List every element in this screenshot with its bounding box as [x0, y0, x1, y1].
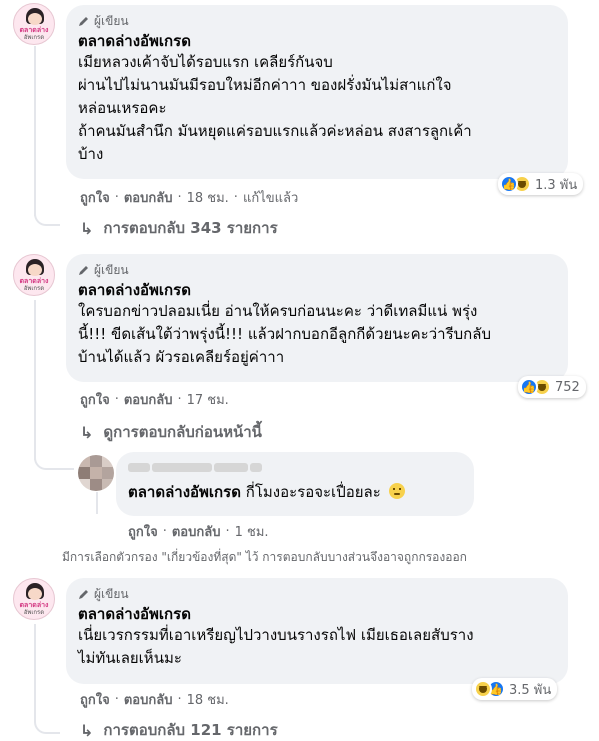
badge-label: ผู้เขียน [94, 13, 129, 28]
separator: · [114, 691, 119, 707]
blurred-username [128, 460, 462, 474]
avatar-brand-text: ตลาดล่าง [19, 601, 49, 609]
separator: · [114, 189, 119, 205]
author-badge: ผู้เขียน [78, 13, 556, 29]
reply-button[interactable]: ตอบกลับ [124, 389, 173, 410]
comment-bubble: ผู้เขียน ตลาดล่างอัพเกรด เมียหลวงเค้าจับ… [66, 5, 568, 179]
author-badge: ผู้เขียน [78, 586, 556, 602]
like-button[interactable]: ถูกใจ [80, 389, 110, 410]
separator: · [162, 523, 167, 539]
reply-text: กี่โมงอะรอจะเปื่อยละ [245, 483, 381, 501]
view-previous-replies-link[interactable]: ↳ ดูการตอบกลับก่อนหน้านี้ [80, 420, 262, 444]
avatar-brand-text: อัพเกรด [23, 285, 45, 292]
thread-line [96, 492, 98, 514]
comment-text: ใครบอกข่าวปลอมเนี่ย อ่านให้ครบก่อนนะคะ ว… [78, 302, 491, 366]
comment-author[interactable]: ตลาดล่างอัพเกรด [78, 280, 556, 300]
reply-button[interactable]: ตอบกลับ [124, 187, 173, 208]
separator: · [233, 189, 238, 205]
comment-text: เมียหลวงเค้าจับได้รอบแรก เคลียร์กันจบ ผ่… [78, 53, 472, 163]
timestamp[interactable]: 17 ชม. [187, 389, 229, 410]
reply-actions: ถูกใจ · ตอบกลับ · 1 ชม. [128, 522, 269, 540]
badge-label: ผู้เขียน [94, 262, 129, 277]
reply-content: ตลาดล่างอัพเกรด กี่โมงอะรอจะเปื่อยละ [128, 482, 462, 502]
like-icon: 👍 [500, 175, 518, 193]
avatar-face [28, 264, 42, 276]
thread-line [34, 46, 36, 216]
thread-connector [34, 440, 74, 470]
reaction-summary[interactable]: 👍 3.5 พัน [472, 678, 558, 700]
author-avatar[interactable]: ตลาดล่าง อัพเกรด [13, 3, 55, 45]
timestamp[interactable]: 1 ชม. [235, 521, 269, 542]
replies-count-label: การตอบกลับ 343 รายการ [103, 219, 278, 237]
badge-label: ผู้เขียน [94, 586, 129, 601]
comment-bubble: ผู้เขียน ตลาดล่างอัพเกรด ใครบอกข่าวปลอมเ… [66, 254, 568, 382]
haha-icon [474, 680, 492, 698]
reaction-summary[interactable]: 👍 752 [518, 376, 586, 398]
pencil-icon [79, 590, 88, 599]
comment-actions: ถูกใจ · ตอบกลับ · 17 ชม. [80, 390, 229, 408]
comment-text: เนี่ยเวรกรรมที่เอาเหรียญไปวางบนรางรถไฟ เ… [78, 626, 474, 667]
reply-bubble: ตลาดล่างอัพเกรด กี่โมงอะรอจะเปื่อยละ [116, 452, 474, 516]
comment-author[interactable]: ตลาดล่างอัพเกรด [78, 604, 556, 624]
author-badge: ผู้เขียน [78, 262, 556, 278]
separator: · [114, 391, 119, 407]
reply-arrow-icon: ↳ [80, 720, 94, 740]
like-button[interactable]: ถูกใจ [80, 689, 110, 710]
timestamp[interactable]: 18 ชม. [187, 689, 229, 710]
thread-connector [34, 200, 60, 226]
reply-mention[interactable]: ตลาดล่างอัพเกรด [128, 483, 241, 501]
separator: · [177, 189, 182, 205]
view-replies-link[interactable]: ↳ การตอบกลับ 121 รายการ [80, 718, 278, 741]
avatar-face [28, 588, 42, 600]
reaction-count: 3.5 พัน [509, 682, 552, 698]
like-button[interactable]: ถูกใจ [128, 521, 158, 542]
comment-author[interactable]: ตลาดล่างอัพเกรด [78, 31, 556, 51]
comment-actions: ถูกใจ · ตอบกลับ · 18 ชม. [80, 690, 229, 708]
like-button[interactable]: ถูกใจ [80, 187, 110, 208]
separator: · [177, 391, 182, 407]
separator: · [225, 523, 230, 539]
author-avatar[interactable]: ตลาดล่าง อัพเกรด [13, 254, 55, 296]
reply-avatar[interactable] [78, 455, 114, 491]
previous-replies-label: ดูการตอบกลับก่อนหน้านี้ [103, 423, 262, 441]
reply-button[interactable]: ตอบกลับ [124, 689, 173, 710]
reply-button[interactable]: ตอบกลับ [172, 521, 221, 542]
comment-actions: ถูกใจ · ตอบกลับ · 18 ชม. · แก้ไขแล้ว [80, 188, 298, 206]
avatar-face [28, 13, 42, 25]
pencil-icon [79, 266, 88, 275]
separator: · [177, 691, 182, 707]
reaction-count: 752 [555, 379, 580, 395]
avatar-brand-text: ตลาดล่าง [19, 26, 49, 34]
comment-bubble: ผู้เขียน ตลาดล่างอัพเกรด เนี่ยเวรกรรมที่… [66, 578, 568, 684]
pencil-icon [79, 17, 88, 26]
view-replies-link[interactable]: ↳ การตอบกลับ 343 รายการ [80, 216, 278, 240]
edited-label: แก้ไขแล้ว [242, 190, 299, 206]
reaction-summary[interactable]: 👍 1.3 พัน [498, 173, 584, 195]
like-icon: 👍 [520, 378, 538, 396]
reply-arrow-icon: ↳ [80, 422, 94, 442]
thread-line [34, 624, 36, 720]
avatar-brand-text: อัพเกรด [23, 34, 45, 41]
timestamp[interactable]: 18 ชม. [187, 187, 229, 208]
reaction-count: 1.3 พัน [535, 177, 578, 193]
sad-emoji-icon [388, 483, 405, 499]
author-avatar[interactable]: ตลาดล่าง อัพเกรด [13, 578, 55, 620]
avatar-brand-text: ตลาดล่าง [19, 277, 49, 285]
reply-arrow-icon: ↳ [80, 218, 94, 238]
thread-connector [34, 708, 60, 734]
filter-note: มีการเลือกตัวกรอง "เกี่ยวข้องที่สุด" ไว้… [62, 550, 467, 564]
thread-line [34, 300, 36, 460]
replies-count-label: การตอบกลับ 121 รายการ [103, 721, 278, 739]
avatar-brand-text: อัพเกรด [23, 609, 45, 616]
